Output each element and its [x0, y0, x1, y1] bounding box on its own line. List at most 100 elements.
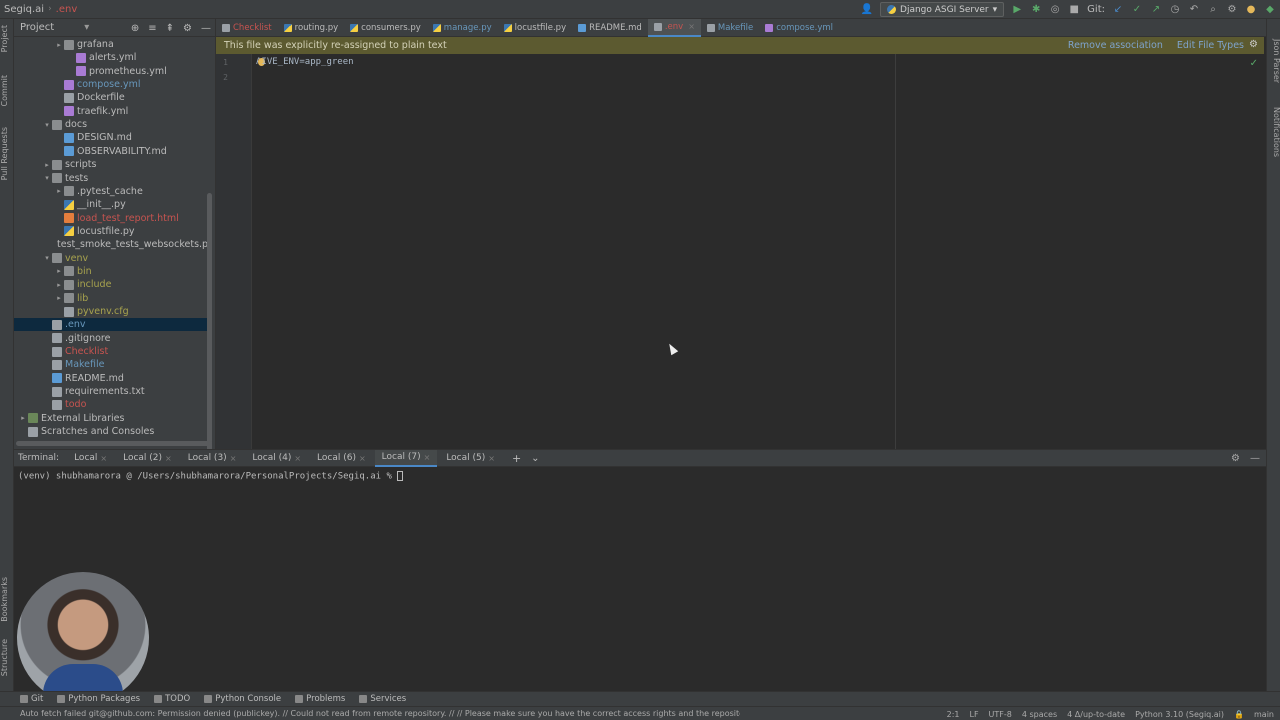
tool-window-button[interactable]: Python Packages — [57, 694, 140, 704]
tree-item[interactable]: ▾ tests — [14, 172, 208, 185]
run-icon[interactable]: ▶ — [1011, 4, 1023, 16]
close-icon[interactable]: × — [230, 454, 237, 463]
tool-window-pull-requests[interactable]: Pull Requests — [0, 127, 14, 180]
close-icon[interactable]: × — [165, 454, 172, 463]
chevron-right-icon[interactable]: ▸ — [54, 281, 64, 289]
git-update-icon[interactable]: ↙ — [1112, 4, 1124, 16]
chevron-down-icon[interactable]: ▾ — [42, 174, 52, 182]
editor-tab[interactable]: manage.py — [427, 19, 498, 37]
tree-item[interactable]: prometheus.yml — [14, 65, 208, 78]
status-message[interactable]: Auto fetch failed git@github.com: Permis… — [20, 709, 740, 718]
chevron-right-icon[interactable]: ▸ — [54, 41, 64, 49]
tree-item[interactable]: ▸ lib — [14, 292, 208, 305]
history-icon[interactable]: ◷ — [1169, 4, 1181, 16]
vcs-status[interactable]: 4 Δ/up-to-date — [1067, 710, 1125, 719]
tree-item[interactable]: ▾ docs — [14, 118, 208, 131]
tree-item[interactable]: ▸ External Libraries — [14, 412, 208, 425]
terminal-tab[interactable]: Local (3) × — [181, 450, 244, 467]
editor-tab[interactable]: compose.yml — [759, 19, 839, 37]
rollback-icon[interactable]: ↶ — [1188, 4, 1200, 16]
breadcrumb-project[interactable]: Segiq.ai — [0, 4, 48, 15]
tree-item[interactable]: alerts.yml — [14, 51, 208, 64]
editor-tab[interactable]: .env × — [647, 18, 701, 37]
lock-icon[interactable]: 🔒 — [1234, 710, 1244, 719]
run-configuration-selector[interactable]: Django ASGI Server ▾ — [880, 2, 1005, 17]
tree-item[interactable]: todo — [14, 398, 208, 411]
minimize-icon[interactable]: — — [201, 23, 211, 34]
terminal-tab[interactable]: Local (4) × — [245, 450, 308, 467]
file-encoding[interactable]: UTF-8 — [989, 710, 1012, 719]
terminal-tab[interactable]: Local (2) × — [116, 450, 179, 467]
debug-icon[interactable]: ✱ — [1030, 4, 1042, 16]
tool-window-json-parser[interactable]: Json Parser — [1267, 39, 1280, 83]
caret-position[interactable]: 2:1 — [947, 710, 960, 719]
search-icon[interactable]: ⌕ — [1207, 4, 1219, 16]
tool-window-bookmarks[interactable]: Bookmarks — [0, 577, 14, 622]
chevron-down-icon[interactable]: ▾ — [84, 22, 89, 33]
tree-item[interactable]: Makefile — [14, 358, 208, 371]
tree-item[interactable]: .gitignore — [14, 332, 208, 345]
close-icon[interactable]: × — [294, 454, 301, 463]
edit-file-types-link[interactable]: Edit File Types — [1177, 40, 1244, 51]
tree-item[interactable]: compose.yml — [14, 78, 208, 91]
close-icon[interactable]: × — [100, 454, 107, 463]
tree-item[interactable]: Checklist — [14, 345, 208, 358]
tool-window-button[interactable]: Python Console — [204, 694, 281, 704]
chevron-down-icon[interactable]: ▾ — [42, 254, 52, 262]
tool-window-commit[interactable]: Commit — [0, 75, 14, 106]
close-icon[interactable]: × — [688, 22, 695, 31]
expand-all-icon[interactable]: ≡ — [148, 23, 156, 34]
chevron-down-icon[interactable]: ▾ — [42, 121, 52, 129]
chevron-right-icon[interactable]: ▸ — [18, 414, 28, 422]
tree-item[interactable]: load_test_report.html — [14, 212, 208, 225]
editor-tab[interactable]: Checklist — [216, 19, 278, 37]
vertical-scrollbar[interactable] — [207, 193, 212, 457]
close-icon[interactable]: × — [359, 454, 366, 463]
tool-window-project[interactable]: Project — [0, 25, 14, 52]
tree-item[interactable]: Dockerfile — [14, 91, 208, 104]
tree-item[interactable]: ▾ venv — [14, 252, 208, 265]
editor-tab[interactable]: routing.py — [278, 19, 345, 37]
user-icon[interactable]: 👤 — [861, 4, 873, 16]
tool-window-notifications[interactable]: Notifications — [1267, 107, 1280, 157]
tree-item[interactable]: ▸ include — [14, 278, 208, 291]
tool-window-button[interactable]: Problems — [295, 694, 345, 704]
close-icon[interactable]: × — [488, 454, 495, 463]
terminal-tab[interactable]: Local (5) × — [439, 450, 502, 467]
collapse-all-icon[interactable]: ⇞ — [166, 23, 174, 34]
tree-item[interactable]: ▸ grafana — [14, 38, 208, 51]
tree-item[interactable]: test_smoke_tests_websockets.p — [14, 238, 208, 251]
breadcrumb-file[interactable]: .env — [52, 4, 82, 15]
terminal-prompt[interactable]: (venv) shubhamarora @ /Users/shubhamaror… — [18, 471, 404, 482]
python-interpreter[interactable]: Python 3.10 (Segiq.ai) — [1135, 710, 1224, 719]
git-commit-icon[interactable]: ✓ — [1131, 4, 1143, 16]
tool-window-button[interactable]: Git — [20, 694, 43, 704]
terminal-tab[interactable]: Local (7) × — [374, 449, 438, 467]
add-terminal-icon[interactable]: + — [512, 452, 521, 465]
tree-item[interactable]: OBSERVABILITY.md — [14, 145, 208, 158]
line-separator[interactable]: LF — [969, 710, 978, 719]
code-editor[interactable]: 1 2 AIVE_ENV=app_green ✓ — [216, 54, 1264, 449]
chevron-right-icon[interactable]: ▸ — [54, 267, 64, 275]
gear-icon[interactable]: ⚙ — [1249, 39, 1258, 50]
indent-setting[interactable]: 4 spaces — [1022, 710, 1057, 719]
settings-icon[interactable]: ⚙ — [1226, 4, 1238, 16]
tree-item[interactable]: __init__.py — [14, 198, 208, 211]
update-icon[interactable]: ● — [1245, 4, 1257, 16]
gear-icon[interactable]: ⚙ — [1231, 453, 1240, 464]
remove-association-link[interactable]: Remove association — [1068, 40, 1163, 51]
project-view-label[interactable]: Project — [20, 22, 54, 33]
git-push-icon[interactable]: ↗ — [1150, 4, 1162, 16]
editor-tab[interactable]: README.md — [572, 19, 648, 37]
tool-window-structure[interactable]: Structure — [0, 639, 14, 676]
chevron-right-icon[interactable]: ▸ — [54, 187, 64, 195]
tree-item[interactable]: .env — [14, 318, 208, 332]
gear-icon[interactable]: ⚙ — [183, 23, 192, 34]
editor-tab[interactable]: consumers.py — [344, 19, 427, 37]
chevron-right-icon[interactable]: ▸ — [54, 294, 64, 302]
terminal-tab[interactable]: Local × — [67, 450, 114, 467]
chevron-right-icon[interactable]: ▸ — [42, 161, 52, 169]
tree-item[interactable]: requirements.txt — [14, 385, 208, 398]
tree-item[interactable]: Scratches and Consoles — [14, 425, 208, 438]
horizontal-scrollbar[interactable] — [16, 441, 212, 446]
